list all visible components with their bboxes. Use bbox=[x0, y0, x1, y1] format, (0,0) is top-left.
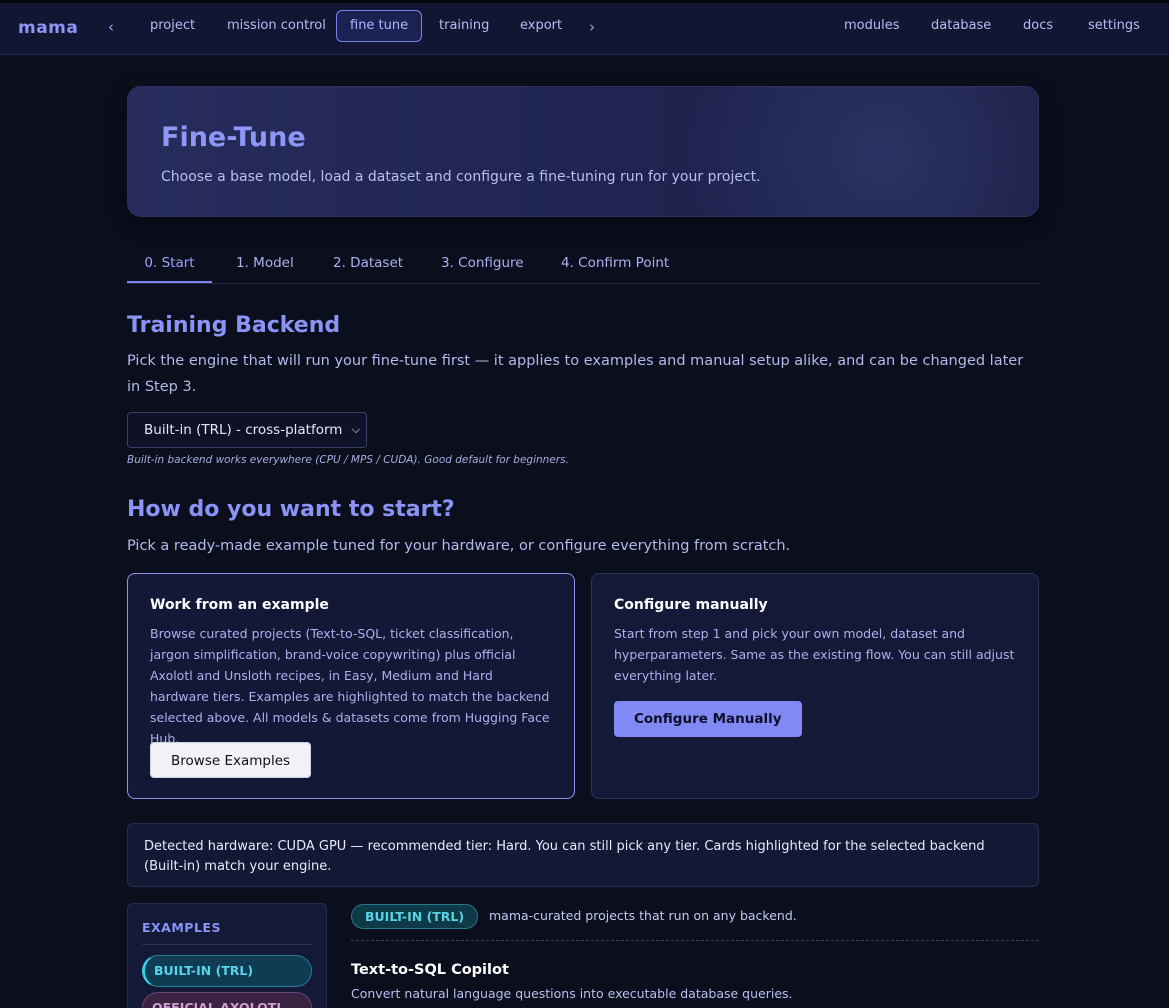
start-description: Pick a ready-made example tuned for your… bbox=[127, 538, 791, 554]
filter-builtin-trl[interactable]: BUILT-IN (TRL) bbox=[142, 955, 312, 987]
nav-link-modules[interactable]: modules bbox=[830, 10, 914, 42]
backend-select[interactable]: Built-in (TRL) - cross-platform ⌵ bbox=[127, 412, 367, 448]
tab-model[interactable]: 1. Model bbox=[236, 244, 294, 283]
nav-link-export[interactable]: export bbox=[506, 10, 576, 42]
hardware-notice: Detected hardware: CUDA GPU — recommende… bbox=[127, 823, 1039, 887]
divider bbox=[142, 944, 312, 945]
nav-link-mission-control[interactable]: mission control bbox=[213, 10, 340, 42]
tab-configure[interactable]: 3. Configure bbox=[441, 244, 524, 283]
examples-sidebar: EXAMPLES BUILT-IN (TRL) OFFICIAL AXOLOTL bbox=[127, 903, 327, 1008]
top-nav: mama ‹ project mission control fine tune… bbox=[0, 0, 1169, 55]
start-heading: How do you want to start? bbox=[127, 497, 455, 522]
chevron-left-icon[interactable]: ‹ bbox=[108, 18, 114, 36]
example-item-description: Convert natural language questions into … bbox=[351, 986, 793, 1001]
configure-manually-button[interactable]: Configure Manually bbox=[614, 701, 802, 737]
hero-banner: Fine-Tune Choose a base model, load a da… bbox=[127, 86, 1039, 217]
tab-confirm-point[interactable]: 4. Confirm Point bbox=[561, 244, 669, 283]
brand-logo[interactable]: mama bbox=[18, 18, 78, 38]
backend-select-value: Built-in (TRL) - cross-platform bbox=[144, 422, 343, 438]
tab-dataset[interactable]: 2. Dataset bbox=[333, 244, 403, 283]
backend-hint: Built-in backend works everywhere (CPU /… bbox=[127, 454, 569, 466]
manual-card[interactable]: Configure manually Start from step 1 and… bbox=[591, 573, 1039, 799]
example-card-title: Work from an example bbox=[150, 597, 329, 613]
nav-link-docs[interactable]: docs bbox=[1009, 10, 1067, 42]
manual-card-title: Configure manually bbox=[614, 597, 768, 613]
backend-description: Pick the engine that will run your fine-… bbox=[127, 353, 1024, 395]
example-card-body: Browse curated projects (Text-to-SQL, ti… bbox=[150, 626, 550, 746]
nav-link-training[interactable]: training bbox=[425, 10, 503, 42]
page-title: Fine-Tune bbox=[161, 122, 306, 153]
nav-link-database[interactable]: database bbox=[917, 10, 1005, 42]
tab-start[interactable]: 0. Start bbox=[127, 244, 212, 283]
chevron-down-icon: ⌵ bbox=[351, 423, 360, 436]
nav-link-settings[interactable]: settings bbox=[1074, 10, 1154, 42]
section-tag-builtin-trl: BUILT-IN (TRL) bbox=[351, 904, 479, 929]
example-item-title[interactable]: Text-to-SQL Copilot bbox=[351, 962, 509, 978]
nav-link-project[interactable]: project bbox=[136, 10, 209, 42]
example-card[interactable]: Work from an example Browse curated proj… bbox=[127, 573, 575, 799]
page-subtitle: Choose a base model, load a dataset and … bbox=[161, 169, 761, 185]
filter-official-axolotl[interactable]: OFFICIAL AXOLOTL bbox=[142, 992, 312, 1008]
manual-card-body: Start from step 1 and pick your own mode… bbox=[614, 626, 1015, 683]
step-tabs: 0. Start 1. Model 2. Dataset 3. Configur… bbox=[127, 244, 1039, 284]
chevron-right-icon[interactable]: › bbox=[589, 18, 595, 36]
divider bbox=[351, 940, 1039, 941]
backend-heading: Training Backend bbox=[127, 313, 341, 338]
section-description: mama-curated projects that run on any ba… bbox=[489, 908, 797, 923]
browse-examples-button[interactable]: Browse Examples bbox=[150, 742, 312, 778]
nav-link-fine-tune[interactable]: fine tune bbox=[336, 10, 423, 42]
examples-sidebar-title: EXAMPLES bbox=[142, 920, 221, 935]
